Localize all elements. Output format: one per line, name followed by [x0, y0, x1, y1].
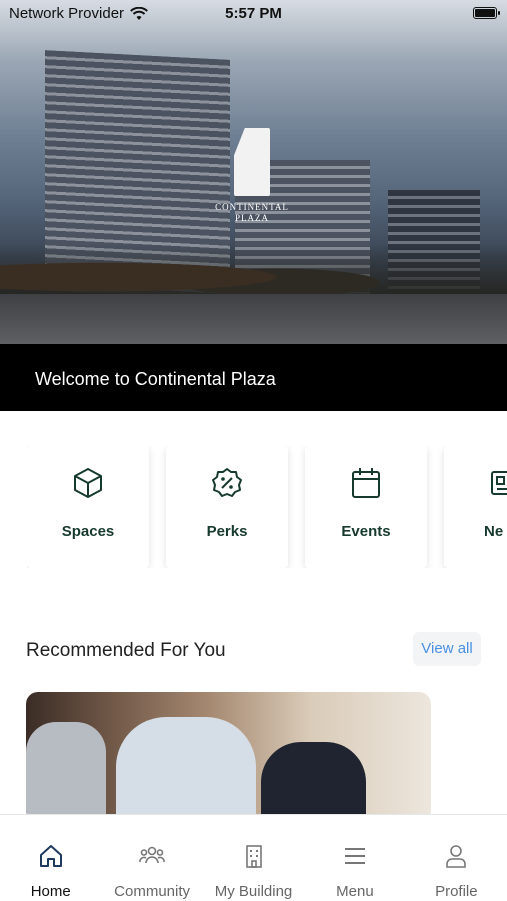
card-photo-person [261, 742, 366, 822]
tile-label: Ne [484, 523, 504, 540]
view-all-button[interactable]: View all [413, 632, 481, 666]
tile-events[interactable]: Events [305, 446, 427, 568]
card-photo-person [26, 722, 106, 822]
news-icon [491, 471, 507, 495]
continental-plaza-logo: CONTINENTAL PLAZA [208, 128, 296, 224]
tile-label: Events [341, 523, 391, 540]
menu-icon [344, 848, 365, 864]
welcome-banner: Welcome to Continental Plaza [0, 344, 507, 411]
battery-icon [473, 7, 500, 19]
tile-label: Perks [206, 523, 248, 540]
hero-image: CONTINENTAL PLAZA [0, 0, 507, 344]
cube-icon [74, 468, 102, 498]
home-icon [39, 845, 62, 867]
tile-perks[interactable]: Perks [166, 446, 288, 568]
nav-label: My Building [214, 883, 293, 900]
building-icon [245, 845, 262, 868]
percent-badge-icon [212, 468, 242, 497]
clock: 5:57 PM [225, 5, 282, 22]
calendar-icon [352, 468, 380, 498]
recommended-card[interactable] [26, 692, 431, 822]
status-bar: Network Provider 5:57 PM [0, 0, 507, 28]
nav-label: Profile [435, 883, 478, 900]
nav-community[interactable]: Community [101, 815, 202, 901]
nav-label: Menu [336, 883, 374, 900]
road-graphic [0, 294, 507, 344]
nav-my-building[interactable]: My Building [203, 815, 304, 901]
card-photo-person [116, 717, 256, 822]
nav-profile[interactable]: Profile [406, 815, 507, 901]
section-title: Recommended For You [26, 640, 226, 661]
logo-mark [234, 128, 270, 196]
logo-text-line2: PLAZA [235, 213, 269, 223]
quick-actions: Spaces Perks Events Ne [27, 446, 507, 568]
nav-label: Community [114, 883, 191, 900]
tile-label: Spaces [61, 523, 115, 540]
people-icon [139, 846, 165, 864]
nav-home[interactable]: Home [0, 815, 101, 901]
tile-spaces[interactable]: Spaces [27, 446, 149, 568]
tile-news[interactable]: Ne [444, 446, 507, 568]
nav-menu[interactable]: Menu [304, 815, 405, 901]
welcome-text: Welcome to Continental Plaza [35, 369, 276, 389]
user-icon [446, 845, 467, 868]
logo-text-line1: CONTINENTAL [215, 202, 289, 212]
nav-label: Home [30, 883, 71, 900]
bottom-nav: Home Community My Building Menu Profile [0, 814, 507, 901]
trees-graphic [0, 244, 507, 299]
